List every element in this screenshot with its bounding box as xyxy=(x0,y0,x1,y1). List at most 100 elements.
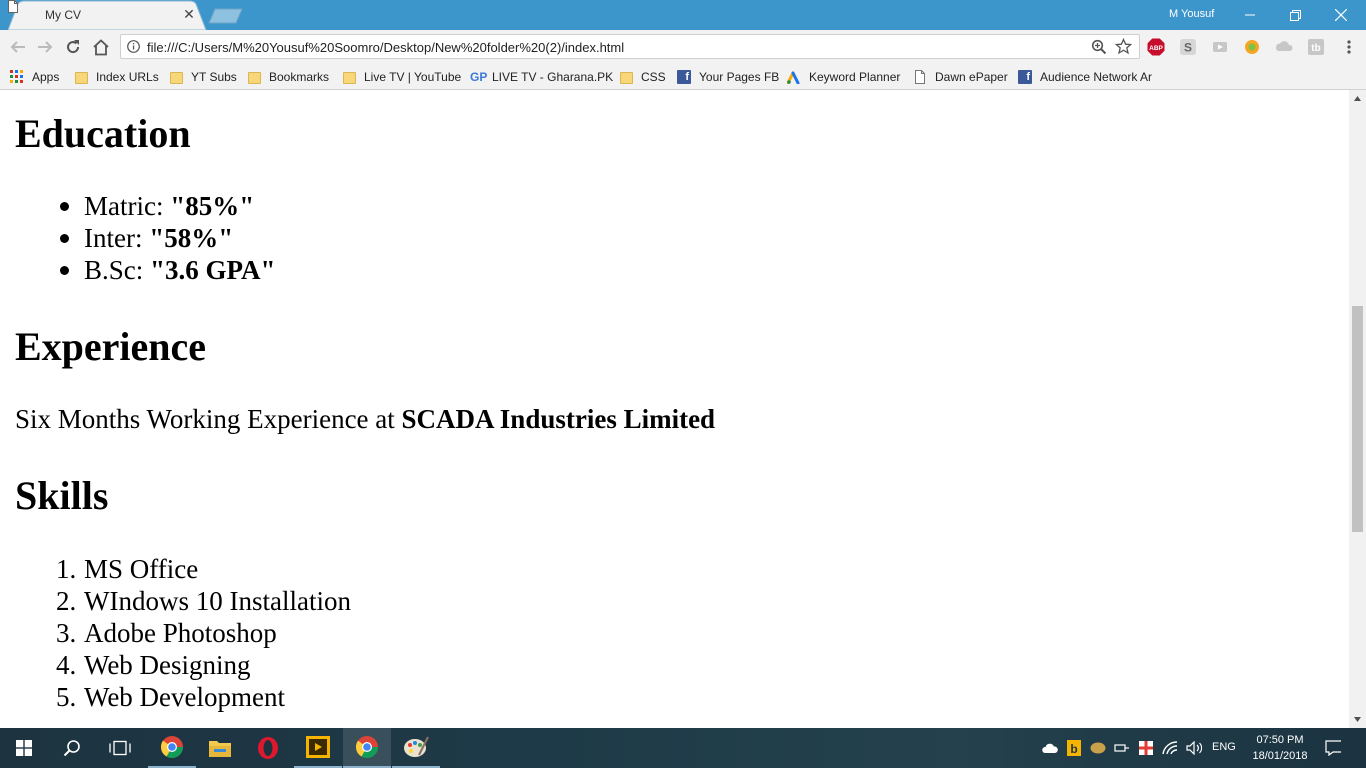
bookmark-label: Bookmarks xyxy=(269,70,330,84)
gp-icon: GP xyxy=(470,70,488,84)
bing-icon[interactable]: b xyxy=(1066,740,1082,756)
home-button[interactable] xyxy=(91,37,111,57)
tab-my-cv[interactable]: My CV ✕ xyxy=(8,0,207,30)
start-button[interactable] xyxy=(0,728,48,768)
page-icon xyxy=(915,70,925,84)
education-item-value: "58%" xyxy=(149,223,234,253)
taskbar-chrome[interactable] xyxy=(343,728,391,768)
address-bar[interactable]: file:///C:/Users/M%20Yousuf%20Soomro/Des… xyxy=(120,34,1140,59)
bookmark-keyword-planner[interactable]: Keyword Planner xyxy=(787,68,900,86)
language-indicator[interactable]: ENG xyxy=(1212,741,1236,753)
drive-extension-icon[interactable] xyxy=(1275,38,1293,56)
skill-item: MS Office xyxy=(84,554,199,584)
list-bullet xyxy=(60,234,69,243)
tab-shape xyxy=(8,0,207,30)
bookmark-folder-live-tv[interactable]: Live TV | YouTube xyxy=(343,68,461,86)
reload-button[interactable] xyxy=(63,37,83,57)
education-item-value: "85%" xyxy=(170,191,255,221)
bookmark-folder-index-urls[interactable]: Index URLs xyxy=(75,68,159,86)
restore-button[interactable] xyxy=(1272,0,1318,30)
triangle-down-icon xyxy=(1354,717,1361,722)
adblock-plus-icon[interactable]: ABP xyxy=(1147,38,1165,56)
vertical-scrollbar[interactable] xyxy=(1349,90,1366,728)
taskbar-file-explorer[interactable] xyxy=(196,728,244,768)
url-text[interactable]: file:///C:/Users/M%20Yousuf%20Soomro/Des… xyxy=(147,40,624,55)
triangle-up-icon xyxy=(1354,96,1361,101)
bookmark-live-tv-gharana[interactable]: GP LIVE TV - Gharana.PK xyxy=(470,68,613,86)
security-icon[interactable] xyxy=(1138,740,1154,756)
forward-button[interactable] xyxy=(35,37,55,57)
bookmark-folder-bookmarks[interactable]: Bookmarks xyxy=(248,68,329,86)
chrome-icon xyxy=(160,736,183,758)
education-item-value: "3.6 GPA" xyxy=(150,255,276,285)
taskbar-clock[interactable]: 07:50 PM 18/01/2018 xyxy=(1250,732,1310,764)
folder-icon xyxy=(170,71,183,84)
search-button[interactable] xyxy=(48,728,96,768)
bookmark-folder-css[interactable]: CSS xyxy=(620,68,666,86)
notifications-icon[interactable] xyxy=(1325,740,1341,756)
back-arrow-icon xyxy=(10,41,25,53)
skill-item: Adobe Photoshop xyxy=(84,618,277,648)
bookmarks-bar: Apps Index URLs YT Subs Bookmarks Live T… xyxy=(0,64,1366,90)
education-heading: Education xyxy=(15,111,191,156)
tab-close-icon[interactable]: ✕ xyxy=(182,6,196,22)
bookmark-label: Keyword Planner xyxy=(809,70,901,84)
bookmark-star-icon[interactable] xyxy=(1115,38,1132,55)
minimize-icon xyxy=(1245,14,1255,16)
bookmark-label: Dawn ePaper xyxy=(935,70,1008,84)
bookmark-your-pages-fb[interactable]: f Your Pages FB xyxy=(677,68,779,86)
skill-item: WIndows 10 Installation xyxy=(84,586,351,616)
reload-icon xyxy=(67,40,80,54)
education-item-label: Matric: xyxy=(84,191,171,221)
chrome-icon xyxy=(355,736,378,758)
bookmark-dawn-epaper[interactable]: Dawn ePaper xyxy=(913,68,1008,86)
search-icon xyxy=(63,740,80,757)
volume-icon[interactable] xyxy=(1186,740,1202,756)
education-item-label: Inter: xyxy=(84,223,150,253)
info-icon[interactable] xyxy=(127,40,140,53)
page-icon xyxy=(8,0,18,13)
new-tab-button[interactable] xyxy=(208,8,244,24)
home-icon xyxy=(93,38,109,55)
taskbar-chrome-gp[interactable] xyxy=(148,728,196,768)
taskbar-paint[interactable] xyxy=(392,728,440,768)
bookmark-audience-network[interactable]: f Audience Network Ar xyxy=(1018,68,1154,86)
media-player-icon xyxy=(306,736,330,758)
scroll-down-arrow[interactable] xyxy=(1349,711,1366,728)
scroll-up-arrow[interactable] xyxy=(1349,90,1366,107)
bookmark-label: Your Pages FB xyxy=(699,70,780,84)
paint-icon xyxy=(404,736,429,757)
windows-taskbar: b ENG 07:50 PM 18/01/2018 xyxy=(0,728,1366,768)
list-number: 1. xyxy=(56,554,77,584)
browser-title-bar: My CV ✕ M Yousuf xyxy=(0,0,1366,30)
tb-extension-icon[interactable]: tb xyxy=(1307,38,1325,56)
taskbar-opera[interactable] xyxy=(244,728,292,768)
experience-description: Six Months Working Experience at xyxy=(15,404,402,434)
close-window-button[interactable] xyxy=(1318,0,1364,30)
usb-device-icon[interactable] xyxy=(1114,740,1130,756)
scroll-thumb[interactable] xyxy=(1352,306,1363,532)
profile-name[interactable]: M Yousuf xyxy=(1169,8,1214,20)
svg-text:ABP: ABP xyxy=(1149,45,1163,52)
onedrive-icon[interactable] xyxy=(1042,740,1058,756)
svg-text:b: b xyxy=(1070,742,1077,756)
minimize-button[interactable] xyxy=(1227,0,1273,30)
wifi-icon[interactable] xyxy=(1162,740,1178,756)
bookmark-label: YT Subs xyxy=(191,70,237,84)
s-extension-icon[interactable]: S xyxy=(1179,38,1197,56)
zoom-icon[interactable] xyxy=(1091,39,1107,55)
facebook-icon: f xyxy=(1018,70,1032,84)
app-tray-icon[interactable] xyxy=(1090,740,1106,756)
task-view-button[interactable] xyxy=(96,728,144,768)
bookmark-label: Audience Network Ar xyxy=(1040,70,1153,84)
adwords-icon xyxy=(787,71,800,84)
restore-icon xyxy=(1289,9,1301,21)
taskbar-media-player[interactable] xyxy=(294,728,342,768)
bookmark-apps[interactable]: Apps xyxy=(10,68,59,86)
video-extension-icon[interactable] xyxy=(1211,38,1229,56)
bookmark-folder-yt-subs[interactable]: YT Subs xyxy=(170,68,237,86)
chrome-menu-button[interactable] xyxy=(1340,38,1358,56)
back-button[interactable] xyxy=(8,37,28,57)
task-view-icon xyxy=(109,740,131,756)
color-extension-icon[interactable] xyxy=(1243,38,1261,56)
